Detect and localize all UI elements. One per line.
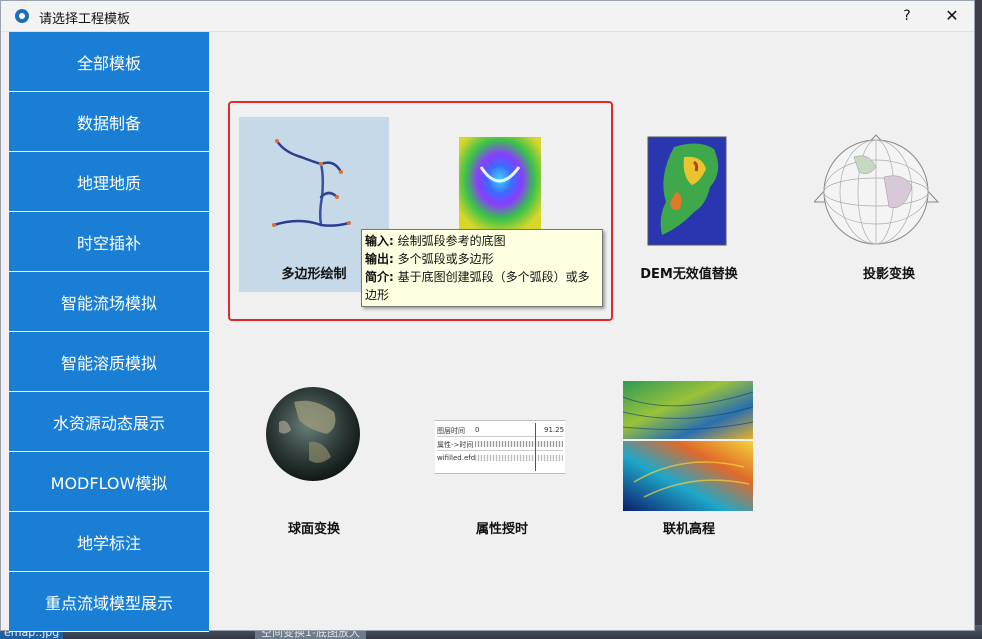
tooltip-intro-key: 简介:: [365, 270, 394, 284]
help-button[interactable]: ?: [896, 5, 918, 27]
template-card-projection[interactable]: 投影变换: [814, 117, 964, 292]
sidebar-item-flow-sim[interactable]: 智能流场模拟: [9, 272, 209, 331]
tooltip-input-key: 输入:: [365, 234, 394, 248]
title-bar: 请选择工程模板 ? ✕: [1, 1, 974, 32]
sidebar-item-water-dynamics[interactable]: 水资源动态展示: [9, 392, 209, 451]
sidebar-item-modflow[interactable]: MODFLOW模拟: [9, 452, 209, 511]
template-card-dem-replace[interactable]: DEM无效值替换: [614, 117, 764, 292]
template-label: 联机高程: [662, 522, 715, 537]
sidebar-item-solute-sim[interactable]: 智能溶质模拟: [9, 332, 209, 391]
timeline-start: 0: [475, 426, 480, 434]
tooltip-output-key: 输出:: [365, 252, 394, 266]
template-label: 属性授时: [475, 522, 528, 537]
tooltip-input-value: 绘制弧段参考的底图: [393, 234, 506, 248]
timeline-file-label: wifilled.efd: [437, 454, 476, 462]
close-button[interactable]: ✕: [939, 5, 965, 27]
timeline-end: 91.25: [544, 426, 565, 434]
tooltip-intro-value: 基于底图创建弧段（多个弧段）或多边形: [365, 270, 590, 302]
template-label: 投影变换: [862, 267, 915, 282]
attribute-timeline-icon: 图层时间 0 91.25 属性->时间 wifilled.efd: [435, 420, 565, 474]
template-card-attribute-timing[interactable]: 图层时间 0 91.25 属性->时间 wifilled.efd 属性授时: [427, 372, 577, 547]
dem-map-icon: [647, 136, 727, 246]
sidebar-item-geology[interactable]: 地理地质: [9, 152, 209, 211]
tooltip-output-value: 多个弧段或多边形: [393, 252, 494, 266]
sidebar-item-geo-annotation[interactable]: 地学标注: [9, 512, 209, 571]
category-sidebar: 全部模板 数据制备 地理地质 时空插补 智能流场模拟 智能溶质模拟 水资源动态展…: [9, 32, 209, 632]
template-dialog: 请选择工程模板 ? ✕ 全部模板 数据制备 地理地质 时空插补 智能流场模拟 智…: [0, 0, 975, 632]
timeline-layer-label: 图层时间: [437, 427, 465, 435]
dialog-title: 请选择工程模板: [39, 12, 131, 27]
app-logo-icon: [15, 9, 29, 23]
timeline-attr-label: 属性->时间: [437, 441, 474, 449]
sidebar-item-basin-models[interactable]: 重点流域模型展示: [9, 572, 209, 631]
sidebar-item-data-prep[interactable]: 数据制备: [9, 92, 209, 151]
sidebar-item-interpolation[interactable]: 时空插补: [9, 212, 209, 271]
sidebar-item-all[interactable]: 全部模板: [9, 32, 209, 91]
template-label: 球面变换: [287, 522, 340, 537]
earth-sphere-icon: [266, 387, 360, 481]
online-elevation-icon: [622, 381, 754, 511]
template-label: DEM无效值替换: [640, 267, 738, 282]
template-grid: 多边形绘制 DEM无效值替换 投影变换 球面变换 图层时间 0 91.25 属性…: [209, 32, 975, 632]
template-tooltip: 输入: 绘制弧段参考的底图 输出: 多个弧段或多边形 简介: 基于底图创建弧段（…: [361, 229, 603, 307]
globe-projection-icon: [814, 134, 940, 245]
template-card-sphere[interactable]: 球面变换: [239, 372, 389, 547]
template-card-online-elevation[interactable]: 联机高程: [614, 372, 764, 547]
